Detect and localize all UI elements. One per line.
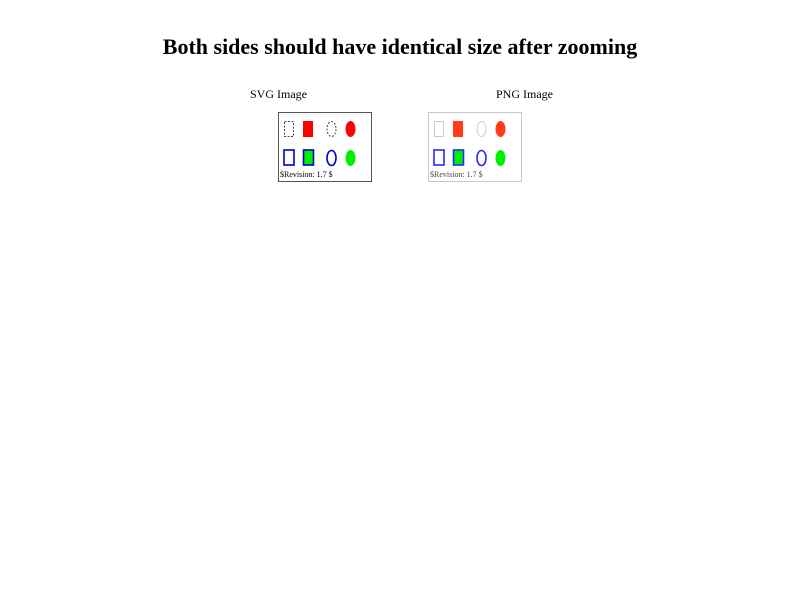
- svg-image-frame: $Revision: 1.7 $: [278, 112, 372, 182]
- page-title: Both sides should have identical size af…: [162, 34, 638, 59]
- red-filled-ellipse-shape: [345, 121, 356, 137]
- faded-rect-shape: [434, 121, 444, 137]
- red-filled-rect-shape: [453, 121, 463, 137]
- blue-outline-rect-shape: [283, 149, 295, 166]
- svg-image-panel: SVG Image $Revision: 1.7 $: [230, 86, 390, 182]
- png-image-frame: $Revision: 1.7 $: [428, 112, 522, 182]
- green-filled-rect-shape: [302, 149, 315, 166]
- blue-outline-rect-shape: [433, 149, 445, 166]
- green-filled-ellipse-shape: [495, 150, 506, 166]
- blue-outline-ellipse-shape: [476, 149, 487, 167]
- dashed-rect-shape: [284, 121, 294, 137]
- svg-image-label: SVG Image: [250, 87, 307, 101]
- blue-outline-ellipse-shape: [326, 149, 337, 167]
- faded-ellipse-shape: [476, 121, 487, 137]
- png-image-panel: PNG Image $Revision: 1.7 $: [428, 86, 630, 182]
- png-image-label: PNG Image: [496, 87, 553, 101]
- green-filled-ellipse-shape: [345, 150, 356, 166]
- green-filled-rect-shape: [452, 149, 465, 166]
- png-revision-text: $Revision: 1.7 $: [430, 170, 483, 179]
- dashed-ellipse-shape: [326, 121, 337, 137]
- red-filled-ellipse-shape: [495, 121, 506, 137]
- svg-revision-text: $Revision: 1.7 $: [280, 170, 333, 179]
- red-filled-rect-shape: [303, 121, 313, 137]
